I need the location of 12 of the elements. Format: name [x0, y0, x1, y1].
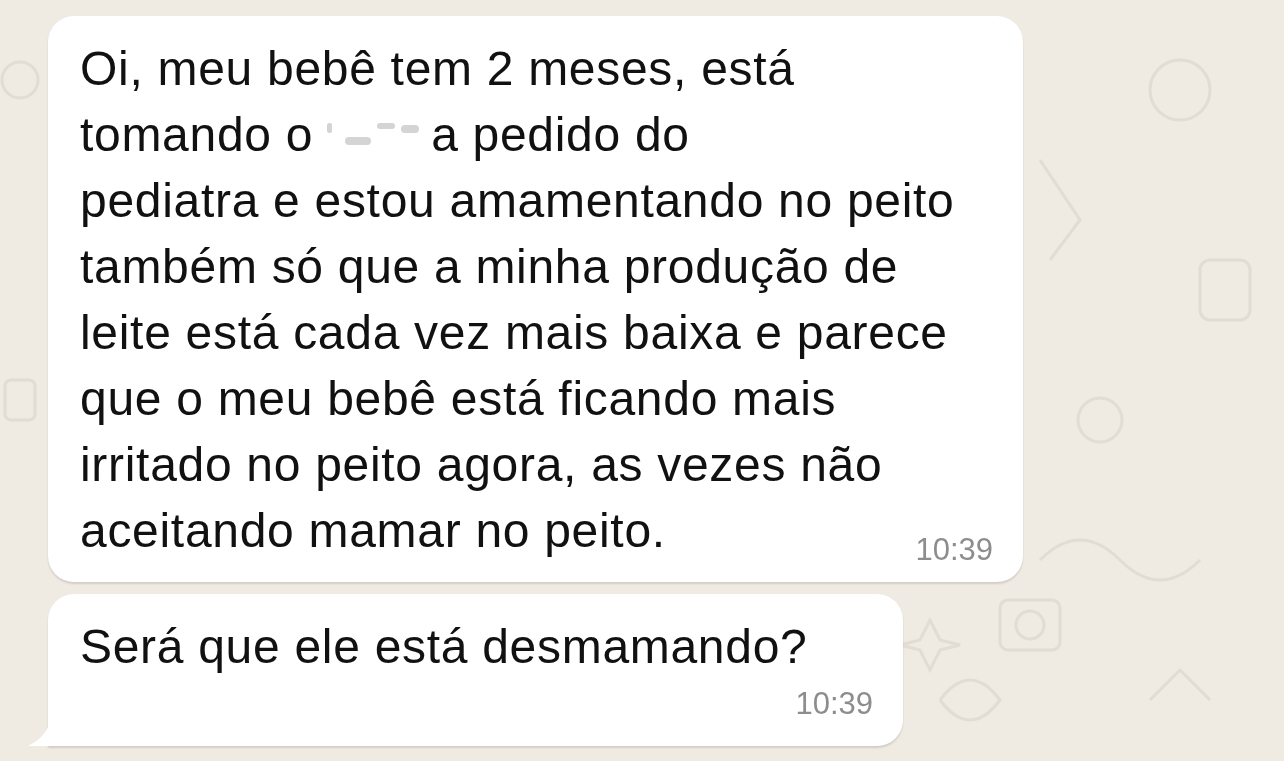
message-text: Oi, meu bebê tem 2 meses, está [80, 41, 795, 97]
message-text: tomando o [80, 107, 314, 163]
message-text: aceitando mamar no peito. [80, 503, 666, 559]
message-text: pediatra e estou amamentando no peito [80, 173, 955, 229]
message-time: 10:39 [915, 531, 993, 569]
message-text: Será que ele está desmamando? [80, 619, 808, 675]
message-text: a pedido do [431, 107, 690, 163]
message-text: também só que a minha produção de [80, 239, 899, 295]
message-text: leite está cada vez mais baixa e parece [80, 305, 948, 361]
message-time: 10:39 [795, 685, 873, 723]
message-text: irritado no peito agora, as vezes não [80, 437, 883, 493]
message-text: que o meu bebê está ficando mais [80, 371, 837, 427]
